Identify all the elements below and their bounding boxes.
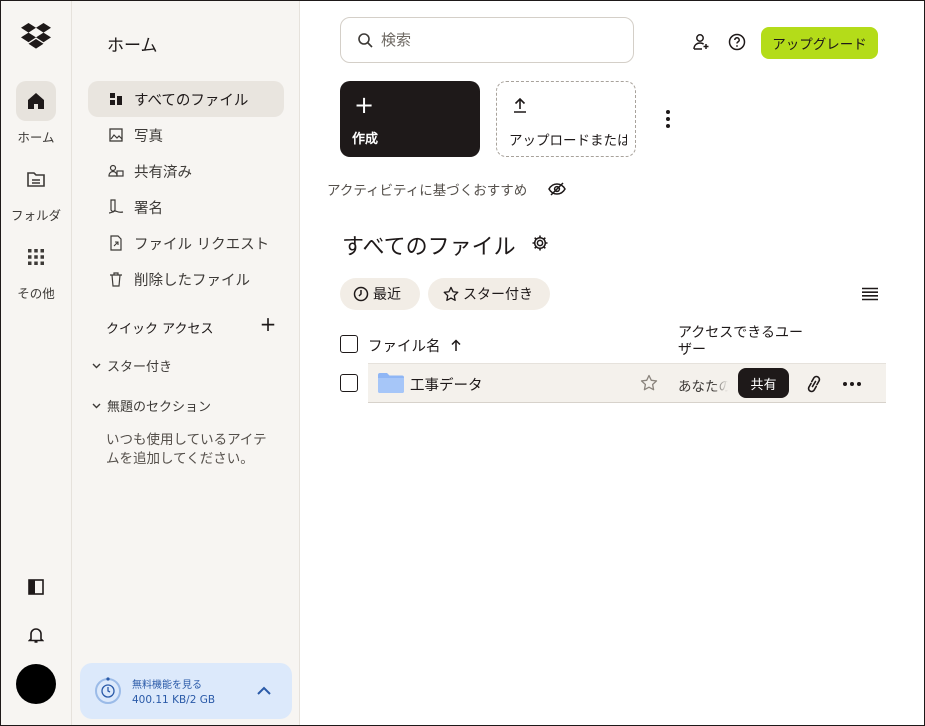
files-icon [108,91,124,107]
sidebar-item-file-requests[interactable]: ファイル リクエスト [88,225,284,261]
add-quick-access-button[interactable]: + [258,314,278,334]
chevron-down-icon [92,401,102,411]
home-icon [16,81,56,121]
grid-icon [16,237,56,277]
sidebar-item-label: 写真 [134,128,163,145]
rail-item-home[interactable]: ホーム [1,81,71,146]
sidebar-item-shared[interactable]: 共有済み [88,153,284,189]
filter-recent-chip[interactable]: 最近 [340,278,420,310]
sidebar-item-label: ファイル リクエスト [134,236,270,253]
row-checkbox[interactable] [340,374,358,392]
list-view-icon[interactable] [861,287,879,301]
suggestions-label: アクティビティに基づくおすすめ [327,183,528,199]
rail-item-more[interactable]: その他 [1,237,71,302]
rail-item-folders[interactable]: フォルダ [1,159,71,224]
plus-icon: + [354,91,375,119]
trash-icon [108,271,124,287]
sidebar-item-signatures[interactable]: 署名 [88,189,284,225]
create-button[interactable]: + 作成 [340,81,480,157]
image-icon [108,127,124,143]
signature-icon [108,199,124,215]
upgrade-button[interactable]: アップグレード [761,27,878,59]
sidebar-item-all-files[interactable]: すべてのファイル [88,81,284,117]
column-header-name[interactable]: ファイル名 [368,335,462,356]
search-icon [358,33,373,48]
gear-icon[interactable] [531,234,549,252]
sidebar-title: ホーム [107,36,158,56]
storage-label: 無料機能を見る [132,680,202,691]
add-user-icon[interactable] [691,32,711,52]
section-untitled[interactable]: 無題のセクション [92,396,211,415]
shared-icon [108,163,124,179]
table-row[interactable]: 工事データ あなたのみ 共有 [368,363,886,403]
dropbox-logo-icon[interactable] [21,23,51,51]
rail-label: フォルダ [10,208,61,223]
access-value: あなたのみ [678,379,728,395]
avatar[interactable] [16,664,56,704]
quick-access-empty-text: いつも使用しているアイテムを追加してください。 [106,432,267,467]
share-button[interactable]: 共有 [738,368,789,398]
file-name[interactable]: 工事データ [410,374,483,395]
chip-label: 最近 [373,287,401,303]
sidebar-item-label: 署名 [134,200,163,217]
upload-button[interactable]: アップロードまたはドロップ [496,81,636,157]
storage-gauge-icon [95,677,121,704]
create-label: 作成 [352,132,379,147]
upload-icon [514,97,526,113]
section-label: 無題のセクション [107,400,212,415]
sidebar-item-deleted[interactable]: 削除したファイル [88,261,284,297]
folder-icon [16,159,56,199]
sidebar-toggle-icon[interactable] [26,577,46,597]
clock-icon [353,286,369,302]
search-box[interactable] [340,17,634,63]
page-title: すべてのファイル [342,235,516,260]
select-all-checkbox[interactable] [340,335,358,353]
more-actions-icon[interactable] [658,107,678,131]
rail-label: ホーム [17,130,55,145]
section-starred[interactable]: スター付き [92,356,172,375]
bell-icon[interactable] [26,625,46,645]
sidebar-item-photos[interactable]: 写真 [88,117,284,153]
column-header-access[interactable]: アクセスできるユーザー [678,325,813,359]
column-label: ファイル名 [368,339,441,355]
section-label: スター付き [107,360,173,375]
sidebar-item-label: 共有済み [134,164,192,181]
search-input[interactable] [379,30,613,50]
eye-off-icon[interactable] [548,181,566,197]
chevron-down-icon [92,361,102,371]
chip-label: スター付き [463,287,533,303]
rail-label: その他 [17,286,55,301]
sidebar-item-label: すべてのファイル [134,92,249,109]
star-icon[interactable] [640,374,658,392]
quick-access-title: クイック アクセス [106,322,214,337]
storage-usage: 400.11 KB/2 GB [132,694,216,706]
storage-card[interactable]: 無料機能を見る 400.11 KB/2 GB [80,663,292,719]
help-icon[interactable] [727,32,747,52]
link-icon[interactable] [805,374,823,394]
chevron-up-icon[interactable] [254,681,274,701]
sidebar-item-label: 削除したファイル [134,272,250,289]
file-request-icon [108,235,124,251]
more-options-icon[interactable] [842,376,862,392]
filter-starred-chip[interactable]: スター付き [428,278,550,310]
star-icon [443,286,459,302]
sort-arrow-up-icon [450,339,461,351]
sidebar: ホーム すべてのファイル 写真 共有済み 署名 ファイル リクエスト 削除したフ… [72,1,300,725]
folder-icon [378,373,404,393]
app-window: ホーム フォルダ その他 ホーム すべてのファイル 写真 共有済み 署名 ファイ… [0,0,925,726]
nav-rail: ホーム フォルダ その他 [1,1,72,725]
upload-label: アップロードまたはドロップ [509,133,627,149]
